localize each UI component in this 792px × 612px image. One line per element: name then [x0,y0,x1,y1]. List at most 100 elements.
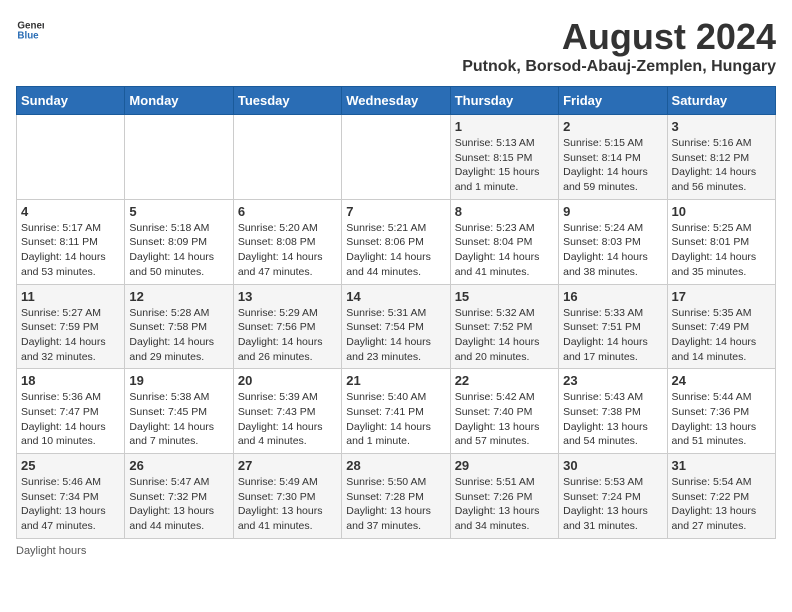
calendar-cell [17,115,125,200]
calendar-cell: 16 Sunrise: 5:33 AM Sunset: 7:51 PM Dayli… [559,284,667,369]
day-info: Sunrise: 5:16 AM Sunset: 8:12 PM Dayligh… [672,136,771,195]
day-info: Sunrise: 5:20 AM Sunset: 8:08 PM Dayligh… [238,221,337,280]
day-of-week-wednesday: Wednesday [342,87,450,115]
calendar-cell: 31Sunrise: 5:54 AM Sunset: 7:22 PM Dayli… [667,454,775,539]
day-info: Sunrise: 5:13 AM Sunset: 8:15 PM Dayligh… [455,136,554,195]
day-number: 26 [129,458,228,473]
week-row-3: 11 Sunrise: 5:27 AM Sunset: 7:59 PM Dayli… [17,284,776,369]
calendar-cell: 10Sunrise: 5:25 AM Sunset: 8:01 PM Dayli… [667,199,775,284]
day-number: 6 [238,204,337,219]
calendar-cell: 25 Sunrise: 5:46 AM Sunset: 7:34 PM Dayli… [17,454,125,539]
day-of-week-monday: Monday [125,87,233,115]
day-number: 22 [455,373,554,388]
week-row-4: 18Sunrise: 5:36 AM Sunset: 7:47 PM Dayli… [17,369,776,454]
day-number: 16 [563,289,662,304]
title-section: August 2024 Putnok, Borsod-Abauj-Zemplen… [462,16,776,76]
calendar-cell: 12 Sunrise: 5:28 AM Sunset: 7:58 PM Dayli… [125,284,233,369]
calendar-cell: 14Sunrise: 5:31 AM Sunset: 7:54 PM Dayli… [342,284,450,369]
day-of-week-sunday: Sunday [17,87,125,115]
calendar-cell: 8 Sunrise: 5:23 AM Sunset: 8:04 PM Daylig… [450,199,558,284]
calendar-cell: 23 Sunrise: 5:43 AM Sunset: 7:38 PM Dayli… [559,369,667,454]
day-info: Sunrise: 5:49 AM Sunset: 7:30 PM Dayligh… [238,475,337,534]
calendar-cell: 30 Sunrise: 5:53 AM Sunset: 7:24 PM Dayli… [559,454,667,539]
day-number: 10 [672,204,771,219]
day-number: 2 [563,119,662,134]
calendar-cell: 5 Sunrise: 5:18 AM Sunset: 8:09 PM Daylig… [125,199,233,284]
day-info: Sunrise: 5:50 AM Sunset: 7:28 PM Dayligh… [346,475,445,534]
day-number: 18 [21,373,120,388]
day-info: Sunrise: 5:44 AM Sunset: 7:36 PM Dayligh… [672,390,771,449]
day-number: 14 [346,289,445,304]
header: General Blue August 2024 Putnok, Borsod-… [16,16,776,76]
day-number: 12 [129,289,228,304]
main-title: August 2024 [462,16,776,58]
calendar-cell: 2Sunrise: 5:15 AM Sunset: 8:14 PM Daylig… [559,115,667,200]
day-info: Sunrise: 5:40 AM Sunset: 7:41 PM Dayligh… [346,390,445,449]
day-info: Sunrise: 5:18 AM Sunset: 8:09 PM Dayligh… [129,221,228,280]
day-info: Sunrise: 5:46 AM Sunset: 7:34 PM Dayligh… [21,475,120,534]
day-number: 23 [563,373,662,388]
calendar-cell: 22 Sunrise: 5:42 AM Sunset: 7:40 PM Dayli… [450,369,558,454]
calendar-cell [125,115,233,200]
day-info: Sunrise: 5:21 AM Sunset: 8:06 PM Dayligh… [346,221,445,280]
day-info: Sunrise: 5:54 AM Sunset: 7:22 PM Dayligh… [672,475,771,534]
day-info: Sunrise: 5:43 AM Sunset: 7:38 PM Dayligh… [563,390,662,449]
day-info: Sunrise: 5:33 AM Sunset: 7:51 PM Dayligh… [563,306,662,365]
day-info: Sunrise: 5:38 AM Sunset: 7:45 PM Dayligh… [129,390,228,449]
calendar-cell: 17 Sunrise: 5:35 AM Sunset: 7:49 PM Dayli… [667,284,775,369]
day-number: 15 [455,289,554,304]
week-row-5: 25 Sunrise: 5:46 AM Sunset: 7:34 PM Dayli… [17,454,776,539]
day-info: Sunrise: 5:28 AM Sunset: 7:58 PM Dayligh… [129,306,228,365]
svg-text:Blue: Blue [17,30,39,41]
footer-note: Daylight hours [16,545,776,557]
week-row-1: 1 Sunrise: 5:13 AM Sunset: 8:15 PM Daylig… [17,115,776,200]
day-info: Sunrise: 5:29 AM Sunset: 7:56 PM Dayligh… [238,306,337,365]
calendar-cell: 4Sunrise: 5:17 AM Sunset: 8:11 PM Daylig… [17,199,125,284]
day-number: 24 [672,373,771,388]
day-info: Sunrise: 5:24 AM Sunset: 8:03 PM Dayligh… [563,221,662,280]
day-info: Sunrise: 5:23 AM Sunset: 8:04 PM Dayligh… [455,221,554,280]
calendar-cell: 28 Sunrise: 5:50 AM Sunset: 7:28 PM Dayli… [342,454,450,539]
day-number: 4 [21,204,120,219]
day-number: 3 [672,119,771,134]
week-row-2: 4Sunrise: 5:17 AM Sunset: 8:11 PM Daylig… [17,199,776,284]
calendar-cell: 7Sunrise: 5:21 AM Sunset: 8:06 PM Daylig… [342,199,450,284]
day-number: 1 [455,119,554,134]
day-number: 21 [346,373,445,388]
calendar-header: SundayMondayTuesdayWednesdayThursdayFrid… [17,87,776,115]
calendar-cell: 6 Sunrise: 5:20 AM Sunset: 8:08 PM Daylig… [233,199,341,284]
day-info: Sunrise: 5:47 AM Sunset: 7:32 PM Dayligh… [129,475,228,534]
calendar-cell: 9 Sunrise: 5:24 AM Sunset: 8:03 PM Daylig… [559,199,667,284]
day-number: 28 [346,458,445,473]
day-number: 29 [455,458,554,473]
day-number: 5 [129,204,228,219]
day-number: 30 [563,458,662,473]
day-info: Sunrise: 5:53 AM Sunset: 7:24 PM Dayligh… [563,475,662,534]
day-of-week-friday: Friday [559,87,667,115]
sub-title: Putnok, Borsod-Abauj-Zemplen, Hungary [462,58,776,76]
day-number: 8 [455,204,554,219]
calendar-cell [233,115,341,200]
day-number: 13 [238,289,337,304]
calendar-cell: 3 Sunrise: 5:16 AM Sunset: 8:12 PM Daylig… [667,115,775,200]
day-number: 25 [21,458,120,473]
calendar-cell: 13 Sunrise: 5:29 AM Sunset: 7:56 PM Dayli… [233,284,341,369]
day-number: 11 [21,289,120,304]
calendar-cell [342,115,450,200]
day-info: Sunrise: 5:32 AM Sunset: 7:52 PM Dayligh… [455,306,554,365]
calendar-cell: 18Sunrise: 5:36 AM Sunset: 7:47 PM Dayli… [17,369,125,454]
day-info: Sunrise: 5:35 AM Sunset: 7:49 PM Dayligh… [672,306,771,365]
calendar: SundayMondayTuesdayWednesdayThursdayFrid… [16,86,776,539]
day-number: 17 [672,289,771,304]
calendar-cell: 26 Sunrise: 5:47 AM Sunset: 7:32 PM Dayli… [125,454,233,539]
day-number: 20 [238,373,337,388]
calendar-cell: 15 Sunrise: 5:32 AM Sunset: 7:52 PM Dayli… [450,284,558,369]
day-info: Sunrise: 5:27 AM Sunset: 7:59 PM Dayligh… [21,306,120,365]
calendar-cell: 27Sunrise: 5:49 AM Sunset: 7:30 PM Dayli… [233,454,341,539]
logo: General Blue [16,16,44,44]
day-number: 9 [563,204,662,219]
logo-icon: General Blue [16,16,44,44]
calendar-cell: 19 Sunrise: 5:38 AM Sunset: 7:45 PM Dayli… [125,369,233,454]
day-info: Sunrise: 5:42 AM Sunset: 7:40 PM Dayligh… [455,390,554,449]
day-number: 19 [129,373,228,388]
